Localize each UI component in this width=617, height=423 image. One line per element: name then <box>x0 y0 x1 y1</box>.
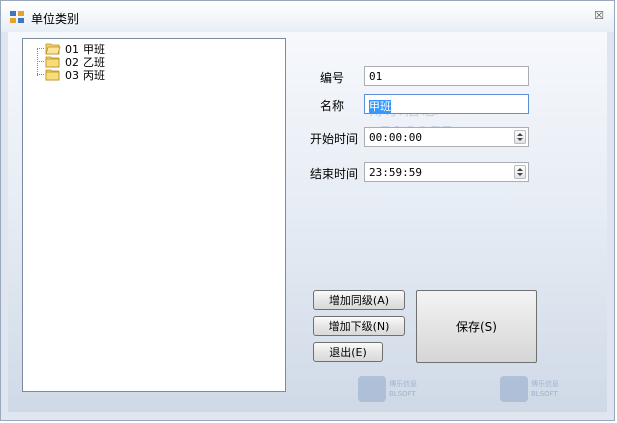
category-tree[interactable]: 01 甲班 02 乙班 03 丙班 <box>22 38 286 392</box>
add-child-button[interactable]: 增加下级(N) <box>313 316 405 336</box>
code-input[interactable]: 01 <box>364 66 529 86</box>
tree-item-label: 03 丙班 <box>65 69 105 82</box>
start-time-label: 开始时间 <box>309 132 358 146</box>
brand-logo-icon <box>500 376 528 402</box>
folder-icon <box>45 69 60 81</box>
title-bar[interactable]: 单位类别 ☒ <box>1 1 614 32</box>
code-label: 编号 <box>319 71 344 85</box>
dialog-window: 单位类别 ☒ 01 甲班 02 乙班 03 丙班 编号 01 名称 甲班 开始时… <box>0 0 615 421</box>
client-area: 01 甲班 02 乙班 03 丙班 编号 01 名称 甲班 开始时间 00:00… <box>8 32 607 412</box>
app-icon <box>10 11 24 23</box>
folder-icon <box>45 56 60 68</box>
exit-button[interactable]: 退出(E) <box>313 342 383 362</box>
spin-up-icon[interactable] <box>517 168 523 171</box>
window-title: 单位类别 <box>31 12 80 26</box>
tree-connector <box>37 48 38 76</box>
end-time-value: 23:59:59 <box>369 166 422 179</box>
name-label: 名称 <box>319 99 344 113</box>
end-time-input[interactable]: 23:59:59 <box>364 162 529 182</box>
tree-branch <box>37 74 44 75</box>
brand-logo-icon <box>358 376 386 402</box>
spin-down-icon[interactable] <box>517 173 523 176</box>
name-input[interactable]: 甲班 <box>364 94 529 114</box>
watermark-logo-sub: BLSOFT <box>531 390 558 398</box>
folder-open-icon <box>45 43 61 55</box>
watermark-logo-text: 博乐信息 <box>389 380 417 388</box>
spin-up-icon[interactable] <box>517 133 523 136</box>
tree-branch <box>37 61 44 62</box>
end-time-label: 结束时间 <box>309 167 358 181</box>
close-icon[interactable]: ☒ <box>592 9 606 23</box>
add-sibling-button[interactable]: 增加同级(A) <box>313 290 405 310</box>
name-input-selection: 甲班 <box>369 100 391 113</box>
start-time-spinner[interactable] <box>514 130 526 144</box>
end-time-spinner[interactable] <box>514 165 526 179</box>
watermark-logo-text: 博乐信息 <box>531 380 559 388</box>
watermark-logo-sub: BLSOFT <box>389 390 416 398</box>
start-time-value: 00:00:00 <box>369 131 422 144</box>
watermark-logo-right: 博乐信息 BLSOFT <box>500 374 580 404</box>
watermark-logo-left: 博乐信息 BLSOFT <box>358 374 438 404</box>
save-button[interactable]: 保存(S) <box>416 290 537 363</box>
spin-down-icon[interactable] <box>517 138 523 141</box>
tree-branch <box>37 48 44 49</box>
start-time-input[interactable]: 00:00:00 <box>364 127 529 147</box>
